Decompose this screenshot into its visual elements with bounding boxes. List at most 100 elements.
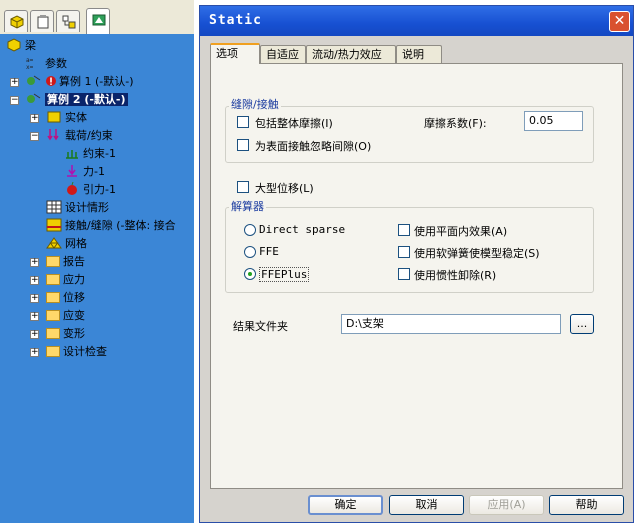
- study-icon: [27, 75, 41, 85]
- ignore-gap-label: 为表面接触忽略间隙(O): [255, 140, 372, 153]
- tree-node-solids[interactable]: 实体: [46, 109, 87, 127]
- close-button[interactable]: ✕: [609, 11, 630, 32]
- tree-node-report[interactable]: 报告: [46, 253, 85, 271]
- tree-node-contact-gaps[interactable]: 接触/缝隙 (-整体: 接合: [46, 217, 176, 235]
- expand-toggle[interactable]: +: [30, 276, 39, 285]
- dialog-title: Static: [209, 13, 262, 28]
- expand-toggle[interactable]: +: [30, 258, 39, 267]
- solver-ffeplus-label: FFEPlus: [259, 267, 310, 282]
- cancel-button[interactable]: 取消: [389, 495, 464, 515]
- folder-icon: [46, 292, 60, 303]
- solver-direct-sparse-label: Direct sparse: [259, 223, 346, 236]
- tree-node-label: 参数: [45, 57, 67, 70]
- tree-node-design-scenario[interactable]: 设计情形: [46, 199, 109, 217]
- expand-toggle[interactable]: +: [10, 78, 19, 87]
- tab-flow-thermal[interactable]: 流动/热力效应: [306, 45, 396, 63]
- tab-configuration-manager[interactable]: [56, 10, 80, 32]
- tree-node-label: 报告: [63, 255, 85, 268]
- apply-button[interactable]: 应用(A): [469, 495, 544, 515]
- tree-node-loads-restraints[interactable]: 载荷/约束: [46, 127, 113, 145]
- restraint-icon: [66, 150, 78, 159]
- tree-node-label: 接触/缝隙 (-整体: 接合: [65, 219, 176, 232]
- tree-node-label: 载荷/约束: [65, 129, 113, 142]
- tree-node-gravity-1[interactable]: 引力-1: [64, 181, 116, 199]
- tab-options[interactable]: 选项: [210, 43, 260, 64]
- tree-node-mesh[interactable]: 网格: [46, 235, 87, 253]
- tree-node-label: 变形: [63, 327, 85, 340]
- solver-ffeplus-radio[interactable]: [244, 268, 256, 280]
- tab-notes[interactable]: 说明: [396, 45, 442, 63]
- solid-icon: [47, 111, 61, 123]
- result-folder-label: 结果文件夹: [233, 320, 288, 333]
- result-folder-input[interactable]: D:\支架: [341, 314, 561, 334]
- feature-manager-icon: [10, 15, 24, 29]
- expand-toggle[interactable]: +: [30, 312, 39, 321]
- study-icon: [27, 93, 41, 103]
- mesh-icon: [46, 237, 62, 249]
- tree-node-label: 算例 1 (-默认-): [59, 75, 134, 88]
- inertial-relief-checkbox[interactable]: [398, 268, 410, 280]
- tree-node-design-check[interactable]: 设计检查: [46, 343, 107, 361]
- tree-node-label: 算例 2 (-默认-): [45, 93, 128, 106]
- solver-label: 解算器: [229, 198, 266, 214]
- solver-ffe-label: FFE: [259, 245, 279, 258]
- expand-toggle[interactable]: +: [30, 114, 39, 123]
- expand-toggle[interactable]: +: [30, 348, 39, 357]
- tree-node-label: 应力: [63, 273, 85, 286]
- tree-node-study-2[interactable]: 算例 2 (-默认-): [26, 91, 128, 109]
- tree-node-label: 梁: [25, 39, 36, 52]
- tree-node-label: 设计检查: [63, 345, 107, 358]
- ignore-gap-checkbox[interactable]: [237, 139, 249, 151]
- inertial-relief-label: 使用惯性卸除(R): [414, 269, 497, 282]
- folder-icon: [46, 256, 60, 267]
- browse-button[interactable]: ...: [570, 314, 594, 334]
- tree-node-label: 实体: [65, 111, 87, 124]
- collapse-toggle[interactable]: −: [30, 132, 39, 141]
- solver-direct-sparse-radio[interactable]: [244, 224, 256, 236]
- tree-node-study-1[interactable]: 算例 1 (-默认-): [26, 73, 134, 91]
- tree-node-force-1[interactable]: 力-1: [64, 163, 105, 181]
- loads-icon: [47, 129, 59, 141]
- dialog-titlebar[interactable]: Static ✕: [200, 6, 633, 36]
- help-button[interactable]: 帮助: [549, 495, 624, 515]
- in-plane-effect-checkbox[interactable]: [398, 224, 410, 236]
- tree-node-parameters[interactable]: a= x= 参数: [26, 55, 67, 73]
- include-friction-checkbox[interactable]: [237, 116, 249, 128]
- tab-property-manager[interactable]: [30, 10, 54, 32]
- friction-coefficient-label: 摩擦系数(F):: [424, 117, 487, 130]
- tree-node-label: 设计情形: [65, 201, 109, 214]
- tree-node-stress[interactable]: 应力: [46, 271, 85, 289]
- large-displacement-checkbox[interactable]: [237, 181, 249, 193]
- tree-node-label: 力-1: [83, 165, 105, 178]
- folder-icon: [46, 274, 60, 285]
- soft-spring-checkbox[interactable]: [398, 246, 410, 258]
- folder-icon: [46, 328, 60, 339]
- error-icon: [46, 76, 56, 86]
- tree-node-deformation[interactable]: 变形: [46, 325, 85, 343]
- tree-node-displacement[interactable]: 位移: [46, 289, 85, 307]
- gravity-apple-icon: [67, 182, 77, 195]
- expand-toggle[interactable]: +: [30, 330, 39, 339]
- large-displacement-label: 大型位移(L): [255, 182, 314, 195]
- configuration-manager-icon: [62, 15, 76, 29]
- in-plane-effect-label: 使用平面内效果(A): [414, 225, 508, 238]
- tree-node-restraint-1[interactable]: 约束-1: [64, 145, 116, 163]
- static-dialog: Static ✕ 选项 自适应 流动/热力效应 说明 缝隙/接触 包括整体摩擦(…: [199, 5, 634, 523]
- manager-tabstrip: [0, 0, 194, 35]
- solver-ffe-radio[interactable]: [244, 246, 256, 258]
- tab-adaptive[interactable]: 自适应: [260, 45, 306, 63]
- svg-text:x=: x=: [26, 64, 34, 70]
- tree-node-label: 位移: [63, 291, 85, 304]
- friction-coefficient-input[interactable]: 0.05: [524, 111, 583, 131]
- tab-feature-manager[interactable]: [4, 10, 28, 32]
- parameters-icon: a=x=: [26, 57, 34, 70]
- ok-button[interactable]: 确定: [308, 495, 383, 515]
- soft-spring-label: 使用软弹簧使模型稳定(S): [414, 247, 540, 260]
- design-scenario-icon: [46, 200, 62, 214]
- expand-toggle[interactable]: +: [30, 294, 39, 303]
- tree-node-strain[interactable]: 应变: [46, 307, 85, 325]
- collapse-toggle[interactable]: −: [10, 96, 19, 105]
- property-manager-icon: [37, 15, 49, 29]
- tab-simulation-manager[interactable]: [86, 8, 110, 34]
- tree-node-part[interactable]: 梁: [6, 37, 36, 55]
